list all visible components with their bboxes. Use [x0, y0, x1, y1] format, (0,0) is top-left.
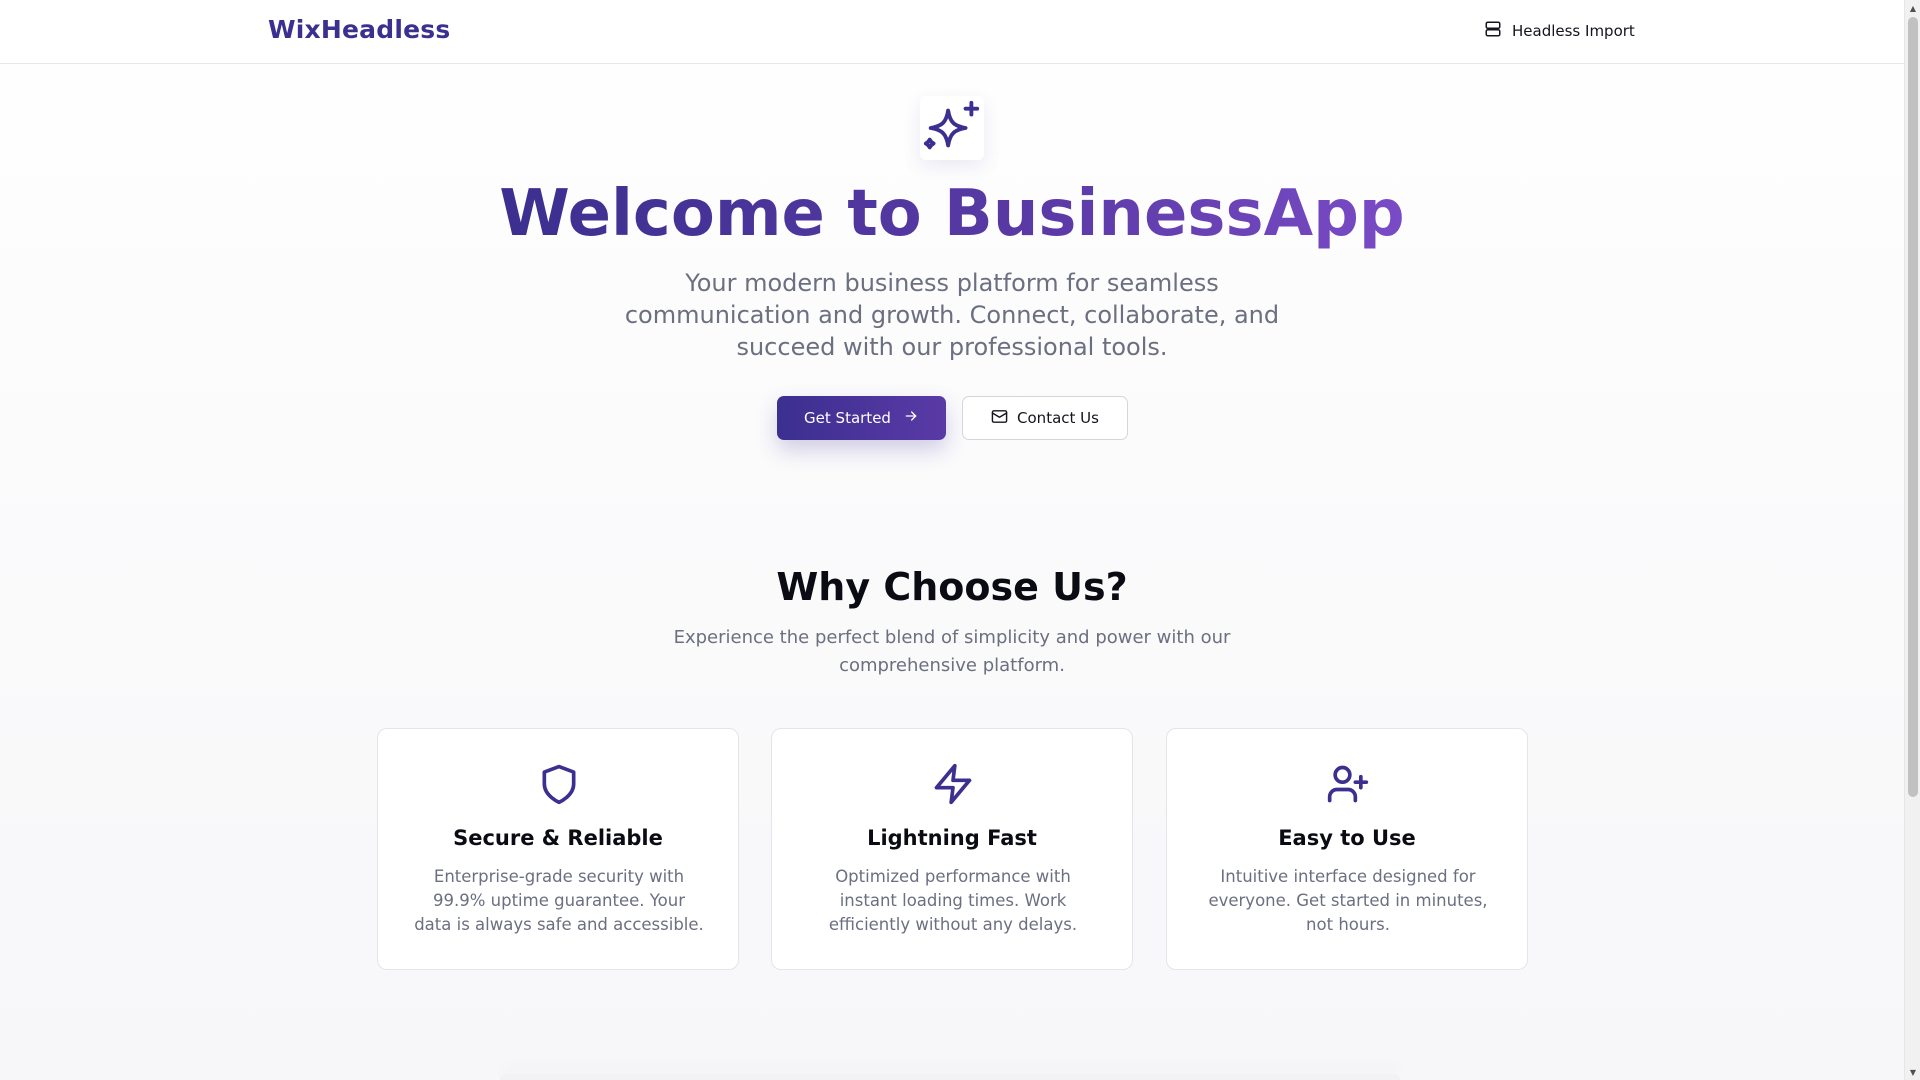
feature-description: Optimized performance with instant loadi… [828, 867, 1078, 934]
get-started-label: Get Started [804, 409, 891, 427]
feature-title: Secure & Reliable [453, 826, 663, 850]
features-title: Why Choose Us? [776, 565, 1128, 609]
feature-description: Enterprise-grade security with 99.9% upt… [414, 867, 704, 934]
sparkles-icon [920, 96, 984, 160]
user-plus-icon [1326, 762, 1370, 806]
scroll-down-arrow-icon[interactable]: ▼ [1905, 1064, 1920, 1080]
contact-us-button[interactable]: Contact Us [962, 396, 1128, 440]
brand-logo[interactable]: WixHeadless [268, 15, 450, 44]
features-subtitle: Experience the perfect blend of simplici… [673, 627, 1231, 676]
headless-import-link[interactable]: Headless Import [1484, 20, 1635, 42]
headless-import-label: Headless Import [1512, 22, 1635, 40]
get-started-button[interactable]: Get Started [777, 396, 946, 440]
shield-icon [537, 762, 581, 806]
server-icon [1484, 20, 1502, 42]
feature-description: Intuitive interface designed for everyon… [1208, 867, 1488, 934]
next-section-edge [500, 1074, 1400, 1080]
page: WixHeadless Headless Import Welcome to B… [0, 0, 1904, 1080]
zap-icon [931, 762, 975, 806]
feature-card-fast: Lightning Fast Optimized performance wit… [771, 728, 1133, 970]
feature-title: Easy to Use [1278, 826, 1416, 850]
hero-title: Welcome to BusinessApp [499, 177, 1405, 251]
feature-title: Lightning Fast [867, 826, 1037, 850]
top-navigation-bar: WixHeadless Headless Import [0, 0, 1904, 64]
scroll-up-arrow-icon[interactable]: ▲ [1905, 0, 1920, 16]
arrow-right-icon [903, 408, 919, 428]
feature-card-easy: Easy to Use Intuitive interface designed… [1166, 728, 1528, 970]
hero-subtitle: Your modern business platform for seamle… [624, 269, 1280, 361]
feature-card-secure: Secure & Reliable Enterprise-grade secur… [377, 728, 739, 970]
vertical-scrollbar[interactable]: ▲ ▼ [1904, 0, 1920, 1080]
scrollbar-thumb[interactable] [1908, 17, 1918, 797]
mail-icon [991, 408, 1008, 429]
contact-us-label: Contact Us [1017, 409, 1099, 427]
